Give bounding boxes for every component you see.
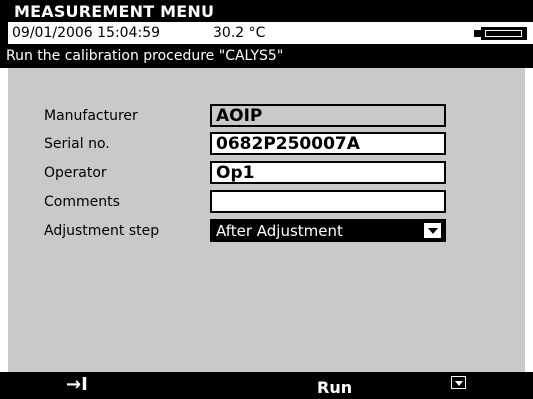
adjustment-label: Adjustment step <box>44 223 160 239</box>
manufacturer-field: AOIP <box>210 104 446 127</box>
comments-row: Comments <box>8 189 525 217</box>
manufacturer-row: Manufacturer AOIP <box>8 103 525 131</box>
adjustment-row: Adjustment step After Adjustment <box>8 218 525 246</box>
run-button[interactable]: Run <box>305 372 385 399</box>
manufacturer-value: AOIP <box>216 106 263 126</box>
datetime-text: 09/01/2006 15:04:59 <box>12 25 161 41</box>
manufacturer-label: Manufacturer <box>44 108 138 124</box>
status-bar: 09/01/2006 15:04:59 30.2 °C <box>0 22 533 44</box>
operator-value: Op1 <box>216 163 255 183</box>
left-border <box>0 68 8 372</box>
serial-row: Serial no. 0682P250007A <box>8 131 525 159</box>
procedure-heading-bar: Run the calibration procedure "CALYS5" <box>0 44 533 68</box>
softkey-bar: →I Run <box>0 372 533 399</box>
title-bar: MEASUREMENT MENU <box>0 0 533 22</box>
serial-value: 0682P250007A <box>216 134 360 154</box>
battery-icon <box>474 27 528 40</box>
measurement-screen: MEASUREMENT MENU 09/01/2006 15:04:59 30.… <box>0 0 533 399</box>
run-label: Run <box>317 378 353 397</box>
operator-field[interactable]: Op1 <box>210 161 446 184</box>
dropdown-icon <box>451 376 466 389</box>
dropdown-softkey[interactable] <box>448 372 478 399</box>
tab-softkey[interactable]: →I <box>60 372 100 399</box>
procedure-heading: Run the calibration procedure "CALYS5" <box>6 48 284 64</box>
adjustment-select[interactable]: After Adjustment <box>210 219 446 242</box>
adjustment-value: After Adjustment <box>216 222 343 240</box>
serial-field[interactable]: 0682P250007A <box>210 132 446 155</box>
serial-label: Serial no. <box>44 136 110 152</box>
comments-label: Comments <box>44 194 120 210</box>
page-title: MEASUREMENT MENU <box>14 2 215 21</box>
comments-field[interactable] <box>210 190 446 213</box>
tab-icon: →I <box>66 374 88 395</box>
calibration-form: Manufacturer AOIP Serial no. 0682P250007… <box>8 68 525 372</box>
operator-row: Operator Op1 <box>8 160 525 188</box>
temperature-text: 30.2 °C <box>213 25 266 41</box>
operator-label: Operator <box>44 165 107 181</box>
chevron-down-icon[interactable] <box>424 223 441 238</box>
